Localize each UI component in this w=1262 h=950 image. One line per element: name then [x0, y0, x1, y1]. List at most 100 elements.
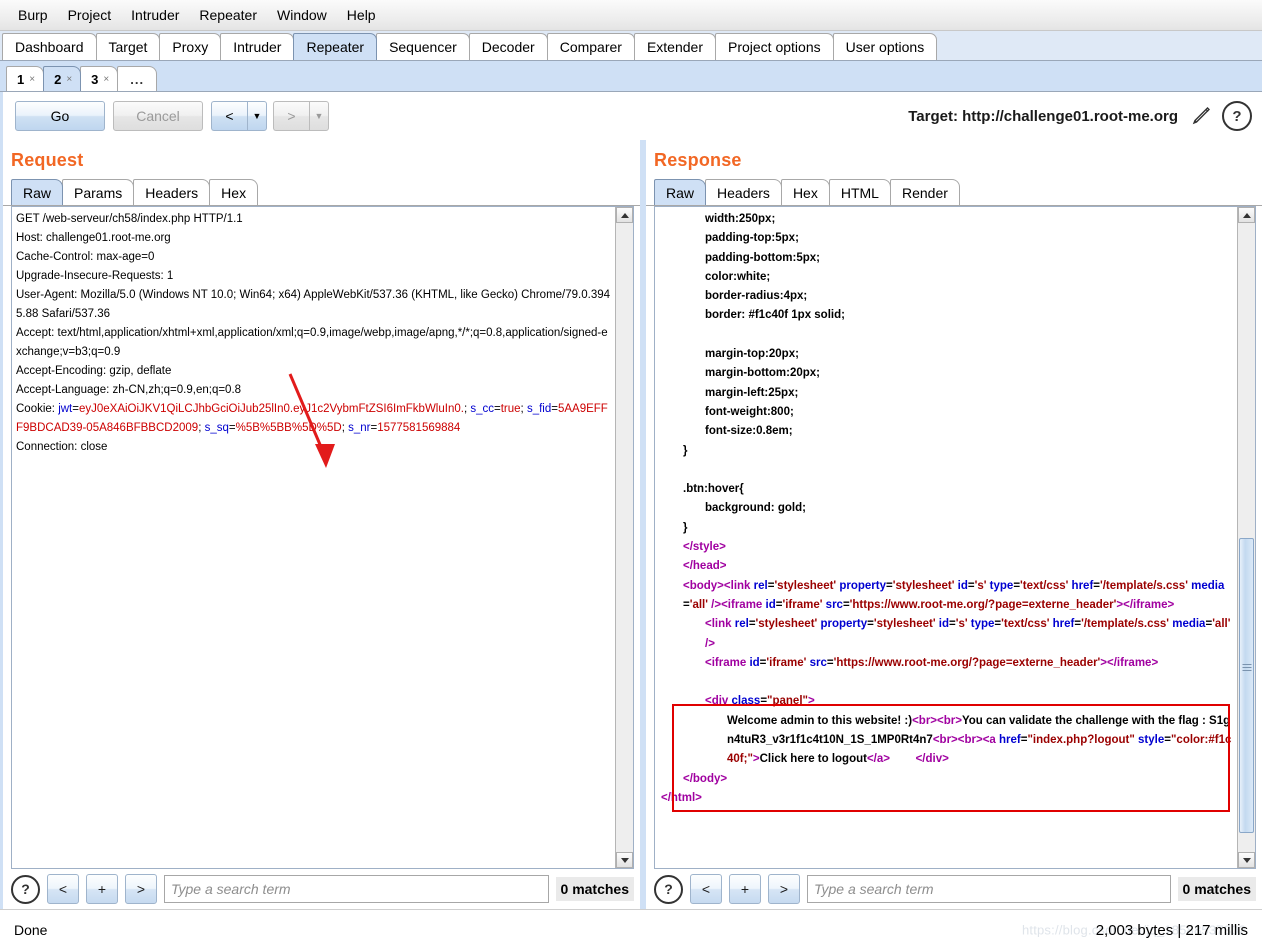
- response-line: color:white;: [661, 268, 1235, 287]
- menu-item-burp[interactable]: Burp: [8, 4, 58, 26]
- go-button[interactable]: Go: [15, 101, 105, 131]
- response-token: 'all': [1212, 618, 1234, 631]
- repeater-tab-moremoremore[interactable]: ...: [117, 66, 158, 91]
- response-search-input[interactable]: [807, 875, 1171, 903]
- response-token: <body>: [683, 579, 724, 592]
- request-token: User-Agent: Mozilla/5.0 (Windows NT 10.0…: [16, 289, 611, 320]
- response-line: [661, 461, 1235, 480]
- request-tab-params[interactable]: Params: [62, 179, 135, 205]
- response-token: <div: [705, 695, 732, 708]
- response-tab-render[interactable]: Render: [889, 179, 960, 205]
- tab-proxy[interactable]: Proxy: [159, 33, 222, 60]
- repeater-tab-1[interactable]: 1 ×: [6, 66, 45, 91]
- tab-project-options[interactable]: Project options: [715, 33, 834, 60]
- request-search-input[interactable]: [164, 875, 549, 903]
- pencil-icon[interactable]: [1190, 104, 1214, 128]
- scroll-up-icon[interactable]: [1238, 207, 1255, 223]
- response-line: <div class="panel">: [661, 692, 1235, 711]
- response-tab-html[interactable]: HTML: [828, 179, 891, 205]
- tab-comparer[interactable]: Comparer: [546, 33, 635, 60]
- request-tab-hex[interactable]: Hex: [209, 179, 259, 205]
- request-tab-headers[interactable]: Headers: [133, 179, 211, 205]
- response-token: <br>: [912, 714, 938, 727]
- response-tab-raw[interactable]: Raw: [654, 179, 707, 205]
- response-token: width:250px;: [705, 213, 776, 225]
- request-search-add-button[interactable]: +: [86, 874, 118, 904]
- tab-repeater[interactable]: Repeater: [293, 33, 378, 60]
- forward-dropdown-icon[interactable]: ▼: [309, 101, 329, 131]
- response-token: </iframe>: [1123, 598, 1175, 611]
- tab-user-options[interactable]: User options: [832, 33, 938, 60]
- close-icon[interactable]: ×: [103, 74, 109, 85]
- request-line: Cache-Control: max-age=0: [16, 248, 613, 267]
- response-tab-hex[interactable]: Hex: [780, 179, 830, 205]
- response-token: property: [839, 579, 887, 592]
- request-token: s_sq: [204, 422, 229, 434]
- response-search-next-button[interactable]: >: [768, 874, 800, 904]
- request-token: Cache-Control: max-age=0: [16, 251, 155, 263]
- scroll-down-icon[interactable]: [616, 852, 633, 868]
- tab-intruder[interactable]: Intruder: [220, 33, 295, 60]
- response-line: </html>: [661, 789, 1235, 808]
- request-token: s_fid: [526, 403, 552, 415]
- response-token: =: [1093, 579, 1100, 592]
- response-token: =: [1164, 734, 1171, 747]
- menu-item-window[interactable]: Window: [267, 4, 337, 26]
- repeater-tab-3[interactable]: 3 ×: [80, 66, 119, 91]
- tab-decoder[interactable]: Decoder: [468, 33, 548, 60]
- request-response-split: Request Raw Params Headers Hex GET /web-ser…: [0, 140, 1262, 909]
- help-icon[interactable]: ?: [1222, 101, 1252, 131]
- menu-item-repeater[interactable]: Repeater: [189, 4, 267, 26]
- request-scroll-track[interactable]: [616, 223, 633, 852]
- request-tab-raw[interactable]: Raw: [11, 179, 64, 205]
- response-tab-headers[interactable]: Headers: [705, 179, 782, 205]
- response-editor[interactable]: width:250px; padding-top:5px; padding-bott…: [655, 207, 1237, 868]
- back-button[interactable]: <: [211, 101, 247, 131]
- request-line: Connection: close: [16, 438, 613, 457]
- request-search-next-button[interactable]: >: [125, 874, 157, 904]
- response-token: '/template/s.css': [1100, 579, 1192, 592]
- tab-sequencer[interactable]: Sequencer: [376, 33, 470, 60]
- back-dropdown-icon[interactable]: ▼: [247, 101, 267, 131]
- scroll-up-icon[interactable]: [616, 207, 633, 223]
- response-scrollbar[interactable]: [1237, 207, 1255, 868]
- response-search-add-button[interactable]: +: [729, 874, 761, 904]
- request-token: Accept-Encoding: gzip, deflate: [16, 365, 172, 377]
- request-line: Accept: text/html,application/xhtml+xml,…: [16, 324, 613, 362]
- request-scrollbar[interactable]: [615, 207, 633, 868]
- request-search-help-icon[interactable]: ?: [11, 874, 40, 904]
- response-scroll-thumb[interactable]: [1239, 537, 1254, 834]
- menu-item-project[interactable]: Project: [58, 4, 122, 26]
- response-line: </body>: [661, 770, 1235, 789]
- tab-dashboard[interactable]: Dashboard: [2, 33, 97, 60]
- repeater-tab-label: 1: [17, 71, 25, 87]
- close-icon[interactable]: ×: [29, 74, 35, 85]
- scroll-down-icon[interactable]: [1238, 852, 1255, 868]
- response-token: =: [748, 618, 756, 631]
- repeater-tab-label: 2: [54, 71, 62, 87]
- request-search-prev-button[interactable]: <: [47, 874, 79, 904]
- response-token: href: [1071, 579, 1094, 592]
- response-token: rel: [734, 618, 749, 631]
- response-search-help-icon[interactable]: ?: [654, 874, 683, 904]
- response-token: 'https://www.root-me.org/?page=externe_h…: [849, 598, 1117, 611]
- response-scroll-track[interactable]: [1238, 223, 1255, 852]
- response-line: border-radius:4px;: [661, 287, 1235, 306]
- response-line: margin-left:25px;: [661, 384, 1235, 403]
- response-token: }: [683, 521, 688, 534]
- close-icon[interactable]: ×: [66, 74, 72, 85]
- request-editor[interactable]: GET /web-serveur/ch58/index.php HTTP/1.1…: [12, 207, 615, 868]
- response-search-prev-button[interactable]: <: [690, 874, 722, 904]
- response-line: .btn:hover{: [661, 480, 1235, 499]
- response-token: style: [1138, 734, 1165, 747]
- forward-button[interactable]: >: [273, 101, 309, 131]
- request-token: Connection: close: [16, 441, 108, 453]
- repeater-tab-2[interactable]: 2 ×: [43, 66, 82, 91]
- tab-target[interactable]: Target: [95, 33, 161, 60]
- menu-item-intruder[interactable]: Intruder: [121, 4, 189, 26]
- request-editor-wrap: GET /web-serveur/ch58/index.php HTTP/1.1…: [11, 206, 634, 869]
- tab-extender[interactable]: Extender: [633, 33, 716, 60]
- menu-item-help[interactable]: Help: [337, 4, 386, 26]
- cancel-button[interactable]: Cancel: [113, 101, 203, 131]
- menu-bar: Burp Project Intruder Repeater Window Help: [0, 0, 1262, 31]
